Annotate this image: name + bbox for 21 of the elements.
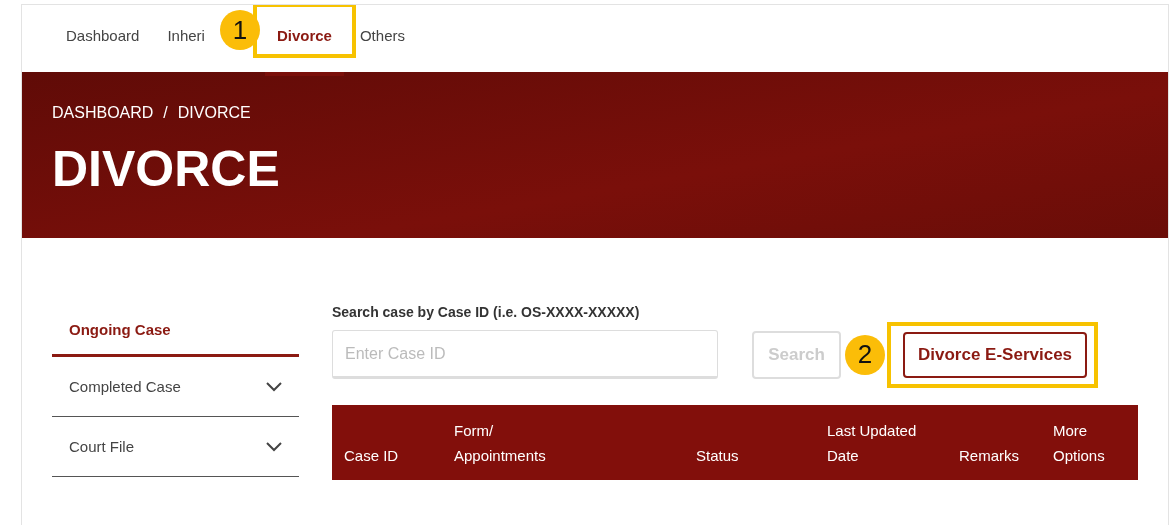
breadcrumb-item: DIVORCE <box>177 104 251 122</box>
step-badge: 2 <box>845 334 885 375</box>
sidebar-item[interactable]: Completed Case <box>52 357 299 417</box>
case-id-field[interactable]: Enter Case ID <box>332 330 718 379</box>
column-header: Remarks <box>959 446 1020 466</box>
column-header: Status <box>696 446 740 466</box>
e-services-button[interactable]: Divorce E-Services <box>903 331 1088 378</box>
breadcrumb-item: / <box>163 104 168 122</box>
sidebar-item[interactable]: Court File <box>52 417 299 477</box>
nav-tab[interactable]: Others <box>347 5 417 76</box>
page-title: DIVORCE <box>52 140 281 198</box>
nav-tab[interactable]: Dashboard <box>54 5 152 76</box>
column-header: Form/ Appointments <box>454 421 547 466</box>
nav-tab[interactable]: Inheri <box>155 5 217 76</box>
sidebar-item[interactable]: Ongoing Case <box>52 310 299 357</box>
search-label: Search case by Case ID (i.e. OS-XXXX-XXXXX) <box>332 304 641 320</box>
column-header: Last Updated Date <box>827 421 918 466</box>
column-header: More Options <box>1053 421 1106 466</box>
breadcrumb-item: DASHBOARD <box>52 104 154 122</box>
column-header: Case ID <box>344 446 400 466</box>
step-badge: 1 <box>219 10 260 50</box>
